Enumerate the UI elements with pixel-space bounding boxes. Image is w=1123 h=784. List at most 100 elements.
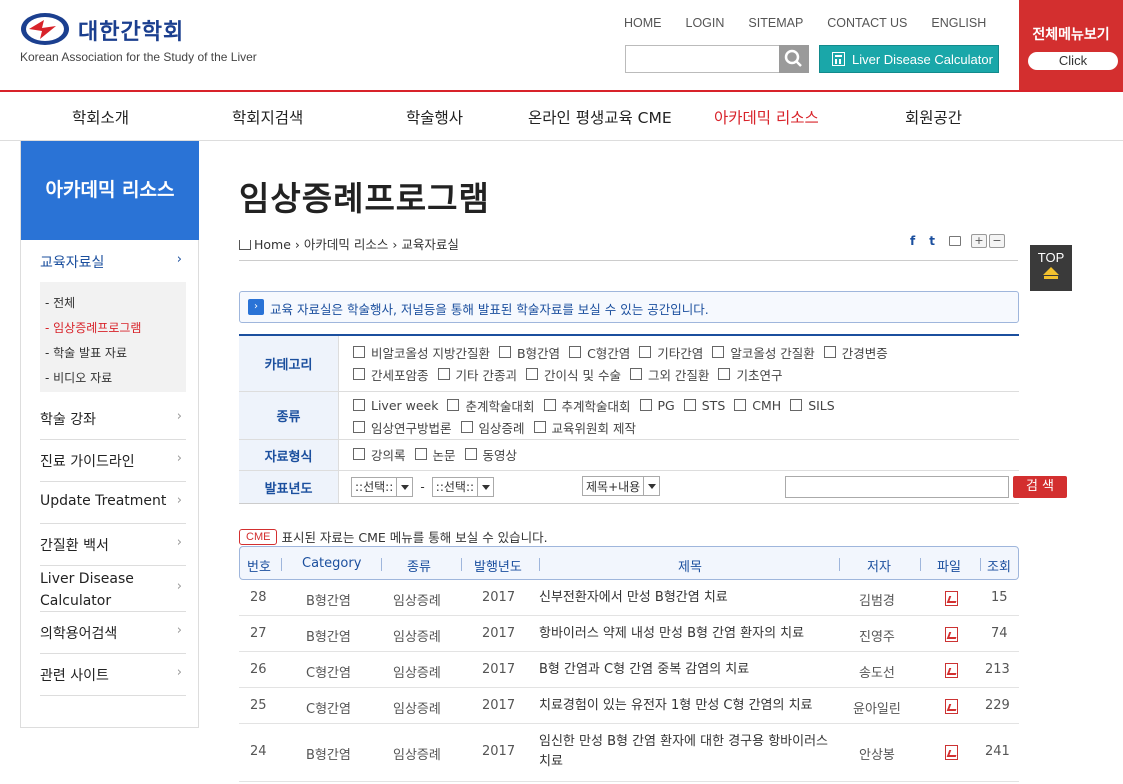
row-title-link[interactable]: 신부전환자에서 만성 B형간염 치료 bbox=[539, 588, 839, 608]
checkbox-paper[interactable]: 논문 bbox=[414, 445, 456, 464]
site-search-input[interactable] bbox=[625, 45, 780, 73]
checkbox-lecture-notes[interactable]: 강의록 bbox=[353, 445, 406, 464]
checkbox-nafld[interactable]: 비알코올성 지방간질환 bbox=[353, 343, 490, 362]
sidebar-item-label: 관련 사이트 bbox=[40, 668, 109, 684]
liver-calculator-button[interactable]: Liver Disease Calculator bbox=[819, 45, 999, 73]
table-row[interactable]: 26 C형간염 임상증례 2017 B형 간염과 C형 간염 중복 감염의 치료… bbox=[239, 652, 1019, 688]
sidebar-item-whitepaper[interactable]: 간질환 백서 › bbox=[40, 524, 186, 566]
breadcrumb-academic[interactable]: 아카데믹 리소스 bbox=[304, 237, 388, 252]
checkbox-autumn[interactable]: 추계학술대회 bbox=[543, 396, 631, 415]
checkbox-other-hepatitis[interactable]: 기타간염 bbox=[639, 343, 703, 362]
zoom-in-button[interactable]: + bbox=[970, 234, 987, 248]
row-type: 임상증례 bbox=[393, 594, 441, 609]
chevron-right-icon: › bbox=[176, 493, 182, 508]
checkbox-label: STS bbox=[701, 397, 726, 413]
checkbox-hbv[interactable]: B형간염 bbox=[498, 343, 560, 362]
scroll-top-button[interactable]: TOP bbox=[1030, 245, 1072, 291]
checkbox-liver-week[interactable]: Liver week bbox=[353, 398, 438, 413]
submenu-videos[interactable]: - 비디오 자료 bbox=[45, 369, 112, 386]
checkbox-basic-research[interactable]: 기초연구 bbox=[718, 365, 782, 384]
checkbox-label: 기타 간종괴 bbox=[455, 367, 517, 383]
gnb-cme[interactable]: 온라인 평생교육 CME bbox=[528, 106, 672, 128]
checkbox-clinical-case[interactable]: 임상증례 bbox=[460, 418, 525, 437]
table-row[interactable]: 27 B형간염 임상증례 2017 항바이러스 약제 내성 만성 B형 간염 환… bbox=[239, 616, 1019, 652]
checkbox-label: 간세포암종 bbox=[371, 367, 429, 383]
twitter-icon[interactable]: t bbox=[929, 234, 935, 248]
row-year: 2017 bbox=[482, 590, 516, 605]
gnb-about[interactable]: 학회소개 bbox=[72, 106, 129, 128]
search-field-select[interactable]: 제목+내용 bbox=[582, 476, 661, 496]
all-menu-click-button[interactable]: Click bbox=[1028, 52, 1118, 70]
checkbox-education-committee[interactable]: 교육위원회 제작 bbox=[533, 418, 636, 437]
checkbox-label: 기초연구 bbox=[736, 367, 783, 383]
checkbox-label: 논문 bbox=[432, 447, 456, 463]
checkbox-hcv[interactable]: C형간염 bbox=[569, 343, 630, 362]
topnav-contact[interactable]: CONTACT US bbox=[827, 16, 907, 30]
checkbox-video[interactable]: 동영상 bbox=[464, 445, 517, 464]
row-author: 윤아일린 bbox=[853, 702, 901, 717]
year-label: 발표년도 bbox=[239, 471, 339, 503]
submenu-presentations[interactable]: - 학술 발표 자료 bbox=[45, 344, 127, 361]
checkbox-cirrhosis[interactable]: 간경변증 bbox=[823, 343, 888, 362]
all-menu-panel[interactable]: 전체메뉴보기 Click bbox=[1019, 0, 1123, 90]
row-number: 24 bbox=[250, 744, 267, 759]
sidebar-item-calculator[interactable]: Liver Disease Calculator › bbox=[40, 566, 186, 612]
checkbox-other-mass[interactable]: 기타 간종괴 bbox=[437, 365, 517, 384]
gnb-academic-resources[interactable]: 아카데믹 리소스 bbox=[714, 106, 819, 128]
checkbox-cmh[interactable]: CMH bbox=[734, 398, 781, 413]
pdf-icon[interactable] bbox=[945, 745, 958, 760]
checkbox-spring[interactable]: 춘계학술대회 bbox=[447, 396, 535, 415]
sidebar-item-label: 진료 가이드라인 bbox=[40, 454, 135, 470]
checkbox-alcoholic[interactable]: 알코올성 간질환 bbox=[712, 343, 815, 362]
row-title-link[interactable]: 치료경험이 있는 유전자 1형 만성 C형 간염의 치료 bbox=[539, 696, 839, 716]
gnb-journal[interactable]: 학회지검색 bbox=[232, 106, 303, 128]
facebook-icon[interactable]: f bbox=[910, 234, 915, 248]
topnav-home[interactable]: HOME bbox=[624, 16, 662, 30]
topnav-english[interactable]: ENGLISH bbox=[931, 16, 986, 30]
sidebar-item-lectures[interactable]: 학술 강좌 › bbox=[40, 398, 186, 440]
sidebar-item-label: 의학용어검색 bbox=[40, 626, 118, 642]
breadcrumb-home[interactable]: Home bbox=[254, 237, 291, 252]
print-icon[interactable] bbox=[948, 236, 961, 246]
pdf-icon[interactable] bbox=[945, 663, 958, 678]
sidebar-item-terms[interactable]: 의학용어검색 › bbox=[40, 612, 186, 654]
topnav-sitemap[interactable]: SITEMAP bbox=[748, 16, 803, 30]
checkbox-pg[interactable]: PG bbox=[639, 398, 675, 413]
zoom-out-button[interactable]: − bbox=[988, 234, 1005, 248]
checkbox-hcc[interactable]: 간세포암종 bbox=[353, 365, 429, 384]
pdf-icon[interactable] bbox=[945, 699, 958, 714]
row-title-link[interactable]: 임신한 만성 B형 간염 환자에 대한 경구용 항바이러스 치료 bbox=[539, 732, 839, 772]
sidebar-item-update-treatment[interactable]: Update Treatment › bbox=[40, 482, 186, 524]
row-title-link[interactable]: B형 간염과 C형 간염 중복 감염의 치료 bbox=[539, 660, 839, 680]
row-category: C형간염 bbox=[306, 702, 351, 717]
pdf-icon[interactable] bbox=[945, 627, 958, 642]
site-logo[interactable]: 대한간학회 Korean Association for the Study o… bbox=[20, 12, 280, 68]
year-row: 발표년도 ::선택:: - ::선택:: 제목+내용 검 색 bbox=[239, 471, 1067, 503]
table-row[interactable]: 25 C형간염 임상증례 2017 치료경험이 있는 유전자 1형 만성 C형 … bbox=[239, 688, 1019, 724]
checkbox-methodology[interactable]: 임상연구방법론 bbox=[353, 418, 452, 437]
chevron-right-icon: › bbox=[176, 665, 182, 680]
checkbox-transplant[interactable]: 간이식 및 수술 bbox=[526, 365, 621, 384]
sidebar-item-education[interactable]: 교육자료실 › bbox=[40, 240, 186, 282]
sidebar-item-guidelines[interactable]: 진료 가이드라인 › bbox=[40, 440, 186, 482]
checkbox-sts[interactable]: STS bbox=[683, 397, 726, 413]
submenu-clinical-case[interactable]: - 임상증례프로그램 bbox=[45, 319, 141, 336]
gnb-events[interactable]: 학술행사 bbox=[406, 106, 463, 128]
topnav-login[interactable]: LOGIN bbox=[686, 16, 725, 30]
submenu-all[interactable]: - 전체 bbox=[45, 294, 75, 311]
table-row[interactable]: 28 B형간염 임상증례 2017 신부전환자에서 만성 B형간염 치료 김범경… bbox=[239, 580, 1019, 616]
sidebar-item-related-sites[interactable]: 관련 사이트 › bbox=[40, 654, 186, 696]
table-row[interactable]: 24 B형간염 임상증례 2017 임신한 만성 B형 간염 환자에 대한 경구… bbox=[239, 724, 1019, 782]
row-title-link[interactable]: 항바이러스 약제 내성 만성 B형 간염 환자의 치료 bbox=[539, 624, 839, 644]
year-from-select[interactable]: ::선택:: bbox=[351, 476, 414, 497]
checkbox-sils[interactable]: SILS bbox=[790, 398, 835, 413]
liver-calculator-label: Liver Disease Calculator bbox=[852, 51, 993, 67]
site-search-button[interactable] bbox=[779, 45, 809, 73]
checkbox-other-liver[interactable]: 그외 간질환 bbox=[629, 365, 709, 384]
search-submit-button[interactable]: 검 색 bbox=[1013, 476, 1067, 498]
keyword-input[interactable] bbox=[785, 476, 1009, 498]
pdf-icon[interactable] bbox=[945, 591, 958, 606]
year-to-select[interactable]: ::선택:: bbox=[431, 476, 495, 497]
gnb-members[interactable]: 회원공간 bbox=[905, 106, 962, 128]
year-range-dash: - bbox=[420, 480, 425, 494]
